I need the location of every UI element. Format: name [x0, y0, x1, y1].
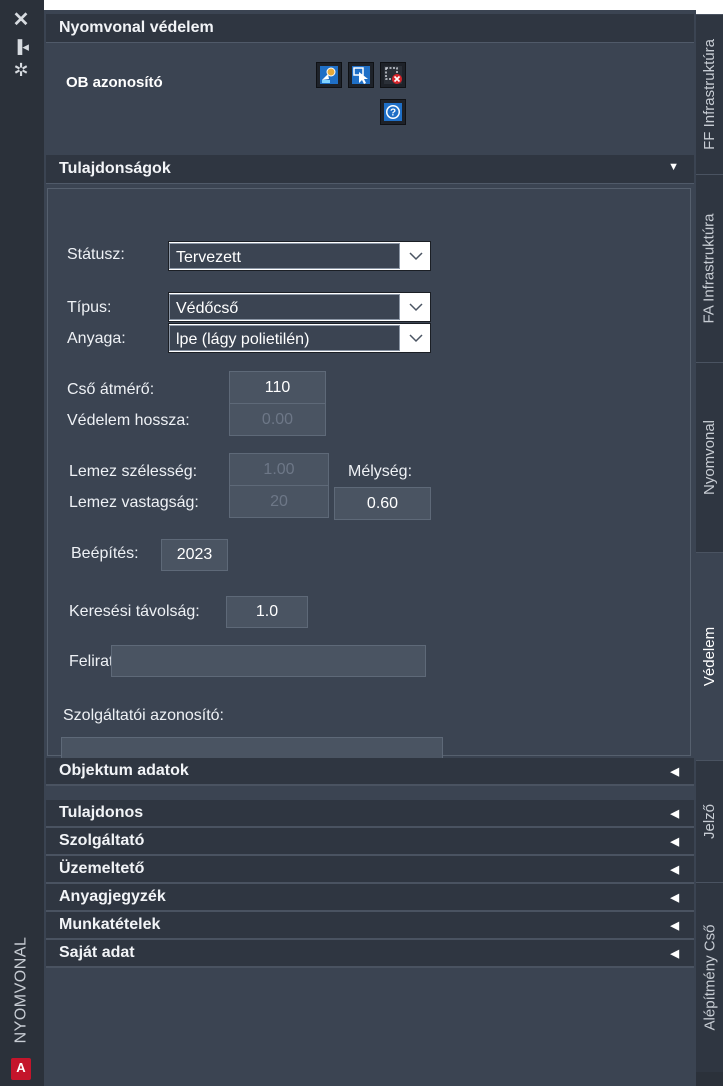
select-cursor-icon	[352, 66, 370, 84]
section-tulajdonos[interactable]: Tulajdonos ◀	[46, 800, 694, 828]
expand-left-icon: ◀	[670, 864, 679, 876]
expand-left-icon: ◀	[670, 808, 679, 820]
section-title: Szolgáltató	[59, 832, 145, 849]
auto-hide-pin-icon[interactable]: ▐◂	[10, 37, 32, 57]
plate-width-input[interactable]: 1.00	[229, 453, 329, 486]
section-sajat-adat[interactable]: Saját adat ◀	[46, 940, 694, 968]
material-value: lpe (lágy polietilén)	[169, 325, 400, 351]
delete-object-icon	[384, 66, 402, 84]
material-select[interactable]: lpe (lágy polietilén)	[168, 323, 431, 353]
expand-left-icon: ◀	[670, 948, 679, 960]
svg-text:?: ?	[390, 108, 396, 119]
help-icon: ?	[384, 103, 402, 121]
section-title: Munkatételek	[59, 916, 161, 933]
search-distance-input[interactable]: 1.0	[226, 596, 308, 628]
tab-vedelem[interactable]: Védelem	[696, 552, 723, 760]
status-label: Státusz:	[67, 246, 125, 263]
gear-icon[interactable]: ✲	[10, 60, 32, 80]
section-title: Üzemeltető	[59, 860, 145, 877]
protection-length-input[interactable]: 0.00	[229, 403, 326, 436]
close-icon[interactable]: ✕	[10, 10, 32, 30]
pick-object-icon	[320, 66, 338, 84]
panel-title: Nyomvonal védelem	[59, 19, 214, 36]
palette-vertical-title: NYOMVONAL	[12, 936, 29, 1044]
expand-left-icon: ◀	[670, 892, 679, 904]
status-select[interactable]: Tervezett	[168, 241, 431, 271]
tab-label: FA Infrastruktúra	[701, 213, 719, 324]
tab-label: FF Infrastruktúra	[701, 39, 719, 150]
plate-thickness-input[interactable]: 20	[229, 485, 329, 518]
section-title: Tulajdonos	[59, 804, 144, 821]
depth-label: Mélység:	[348, 463, 413, 480]
protection-length-label: Védelem hossza:	[67, 412, 190, 429]
properties-section-header[interactable]: Tulajdonságok ▼	[46, 155, 694, 184]
caption-input[interactable]	[111, 645, 426, 677]
panel-title-header: Nyomvonal védelem	[46, 14, 694, 43]
material-label: Anyaga:	[67, 330, 126, 347]
expand-left-icon: ◀	[670, 920, 679, 932]
tab-fa-infrastruktura[interactable]: FA Infrastruktúra	[696, 174, 723, 362]
select-cursor-button[interactable]	[348, 62, 374, 88]
delete-object-button[interactable]	[380, 62, 406, 88]
plate-thickness-label: Lemez vastagság:	[69, 494, 199, 511]
section-szolgaltato[interactable]: Szolgáltató ◀	[46, 828, 694, 856]
section-objektum-adatok[interactable]: Objektum adatok ◀	[46, 758, 694, 786]
pick-object-button[interactable]	[316, 62, 342, 88]
section-anyagjegyzek[interactable]: Anyagjegyzék ◀	[46, 884, 694, 912]
tab-nyomvonal[interactable]: Nyomvonal	[696, 362, 723, 552]
install-year-label: Beépítés:	[71, 545, 139, 562]
tab-label: Védelem	[701, 626, 719, 687]
install-year-input[interactable]: 2023	[161, 539, 228, 571]
tab-label: Jelző	[701, 803, 718, 840]
properties-section-title: Tulajdonságok	[59, 160, 171, 177]
autocad-logo-icon: A	[11, 1058, 31, 1080]
section-title: Anyagjegyzék	[59, 888, 166, 905]
help-button[interactable]: ?	[380, 99, 406, 125]
type-select[interactable]: Védőcső	[168, 292, 431, 322]
status-value: Tervezett	[169, 243, 400, 269]
search-distance-label: Keresési távolság:	[69, 603, 200, 620]
expand-left-icon: ◀	[670, 836, 679, 848]
pipe-diameter-input[interactable]: 110	[229, 371, 326, 404]
chevron-down-icon	[401, 324, 430, 352]
pipe-diameter-label: Cső átmérő:	[67, 381, 155, 398]
palette-panel: Nyomvonal védelem OB azonosító ? Tulajdo…	[44, 10, 696, 1086]
provider-id-label: Szolgáltatói azonosító:	[63, 707, 224, 724]
expand-left-icon: ◀	[670, 766, 679, 778]
tab-label: Alépítmény Cső	[701, 924, 719, 1031]
chevron-down-icon	[401, 242, 430, 270]
section-title: Saját adat	[59, 944, 135, 961]
section-munkatetelek[interactable]: Munkatételek ◀	[46, 912, 694, 940]
type-value: Védőcső	[169, 294, 400, 320]
collapse-down-icon: ▼	[668, 161, 679, 173]
properties-form: Státusz: Tervezett Típus: Védőcső Anyaga…	[47, 188, 691, 771]
section-title: Objektum adatok	[59, 762, 189, 779]
type-label: Típus:	[67, 299, 112, 316]
palette-side-toolbar: ✕ ▐◂ ✲ NYOMVONAL A	[0, 0, 44, 1086]
palette-tabs: FF Infrastruktúra FA Infrastruktúra Nyom…	[696, 14, 723, 1086]
section-uzemelteto[interactable]: Üzemeltető ◀	[46, 856, 694, 884]
tab-ff-infrastruktura[interactable]: FF Infrastruktúra	[696, 14, 723, 174]
tab-alepitmeny-cso[interactable]: Alépítmény Cső	[696, 882, 723, 1072]
tab-jelzo[interactable]: Jelző	[696, 760, 723, 882]
chevron-down-icon	[401, 293, 430, 321]
tab-label: Nyomvonal	[701, 419, 718, 496]
depth-input[interactable]: 0.60	[334, 487, 431, 520]
ob-id-label: OB azonosító	[66, 74, 163, 91]
plate-width-label: Lemez szélesség:	[69, 463, 198, 480]
